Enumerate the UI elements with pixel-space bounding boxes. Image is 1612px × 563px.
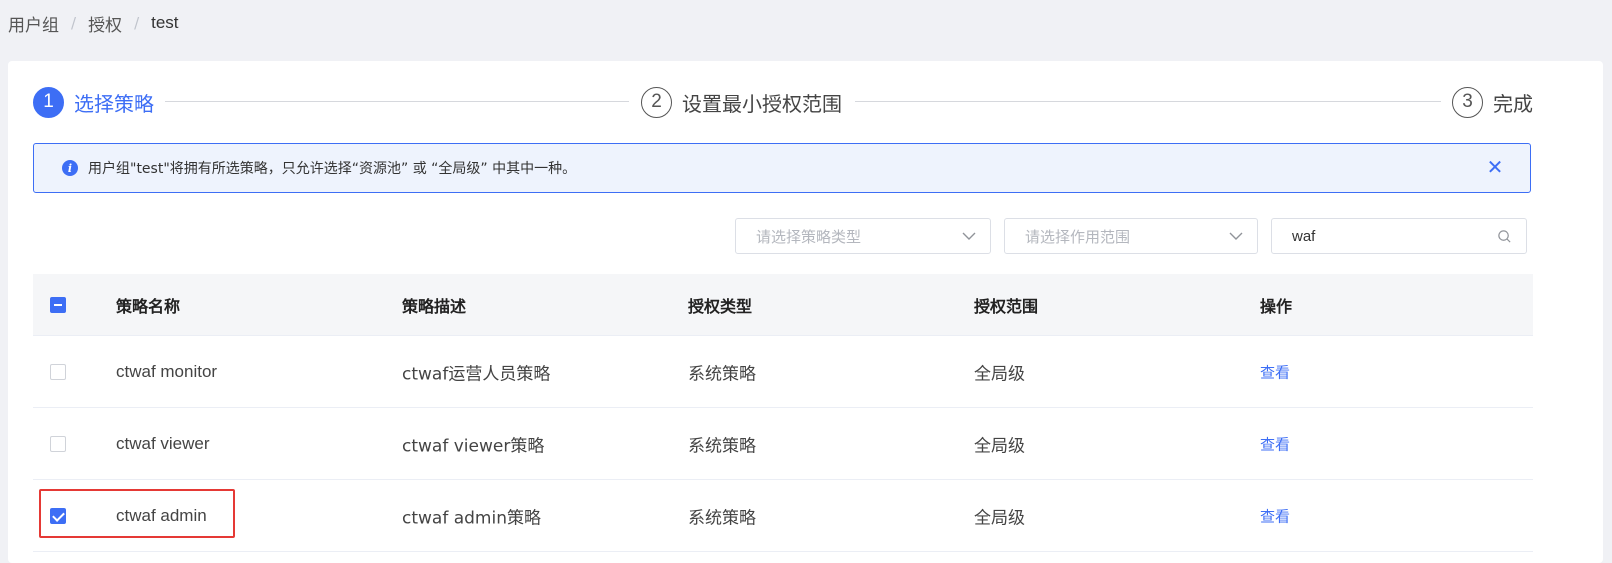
header-policy-name: 策略名称 bbox=[116, 296, 181, 316]
step-connector bbox=[165, 101, 629, 102]
policy-name: ctwaf monitor bbox=[116, 361, 218, 381]
breadcrumb-item-current: test bbox=[151, 13, 179, 32]
auth-type: 系统策略 bbox=[688, 364, 756, 384]
auth-scope: 全局级 bbox=[974, 436, 1025, 456]
step-3-number: 3 bbox=[1452, 86, 1483, 118]
policy-desc: ctwaf admin策略 bbox=[402, 508, 541, 528]
header-actions: 操作 bbox=[1260, 296, 1293, 316]
chevron-down-icon bbox=[1229, 232, 1243, 240]
scope-select[interactable]: 请选择作用范围 bbox=[1004, 218, 1258, 254]
step-connector bbox=[855, 101, 1441, 102]
table-row: ctwaf viewer ctwaf viewer策略 系统策略 全局级 查看 bbox=[33, 408, 1533, 480]
breadcrumb: 用户组 / 授权 / test bbox=[8, 11, 179, 36]
view-link[interactable]: 查看 bbox=[1260, 433, 1290, 454]
policy-type-select[interactable]: 请选择策略类型 bbox=[735, 218, 991, 254]
auth-scope: 全局级 bbox=[974, 508, 1025, 528]
step-2-label: 设置最小授权范围 bbox=[682, 91, 842, 116]
close-icon[interactable]: ✕ bbox=[1486, 157, 1504, 177]
step-1-label: 选择策略 bbox=[74, 91, 154, 116]
view-link[interactable]: 查看 bbox=[1260, 505, 1290, 526]
auth-type: 系统策略 bbox=[688, 508, 756, 528]
table-header: 策略名称 策略描述 授权类型 授权范围 操作 bbox=[33, 274, 1533, 336]
step-2: 2 设置最小授权范围 bbox=[641, 86, 842, 118]
policy-type-placeholder: 请选择策略类型 bbox=[756, 227, 862, 246]
row-checkbox[interactable] bbox=[50, 435, 66, 452]
auth-scope: 全局级 bbox=[974, 364, 1025, 384]
select-all-checkbox[interactable] bbox=[50, 296, 66, 313]
row-checkbox[interactable] bbox=[50, 507, 66, 524]
view-link[interactable]: 查看 bbox=[1260, 361, 1290, 382]
policy-table: 策略名称 策略描述 授权类型 授权范围 操作 ctwaf monitor ctw… bbox=[33, 274, 1533, 552]
auth-type: 系统策略 bbox=[688, 436, 756, 456]
policy-name: ctwaf viewer bbox=[116, 433, 210, 453]
search-input[interactable]: waf bbox=[1271, 218, 1527, 254]
header-policy-desc: 策略描述 bbox=[402, 296, 467, 316]
breadcrumb-separator: / bbox=[71, 14, 77, 32]
policy-name: ctwaf admin bbox=[116, 505, 207, 525]
scope-placeholder: 请选择作用范围 bbox=[1025, 227, 1131, 246]
search-icon[interactable] bbox=[1497, 229, 1512, 244]
step-1: 1 选择策略 bbox=[33, 86, 154, 118]
search-input-value[interactable]: waf bbox=[1292, 228, 1497, 245]
table-row: ctwaf monitor ctwaf运营人员策略 系统策略 全局级 查看 bbox=[33, 336, 1533, 408]
header-auth-scope: 授权范围 bbox=[974, 296, 1039, 316]
table-row: ctwaf admin ctwaf admin策略 系统策略 全局级 查看 bbox=[33, 480, 1533, 552]
info-icon: i bbox=[62, 160, 78, 176]
policy-desc: ctwaf viewer策略 bbox=[402, 436, 545, 456]
alert-message: 用户组"test"将拥有所选策略，只允许选择“资源池” 或 “全局级” 中其中一… bbox=[88, 161, 577, 177]
breadcrumb-item-authorize[interactable]: 授权 bbox=[88, 11, 122, 36]
step-1-number: 1 bbox=[33, 86, 64, 118]
breadcrumb-separator: / bbox=[134, 14, 140, 32]
steps-bar: 1 选择策略 2 设置最小授权范围 3 完成 bbox=[33, 86, 1588, 120]
breadcrumb-item-user-group[interactable]: 用户组 bbox=[8, 11, 59, 36]
policy-desc: ctwaf运营人员策略 bbox=[402, 364, 551, 384]
row-checkbox[interactable] bbox=[50, 363, 66, 380]
content-card: 1 选择策略 2 设置最小授权范围 3 完成 i 用户组"test"将拥有所选策… bbox=[8, 61, 1603, 563]
step-3: 3 完成 bbox=[1452, 86, 1533, 118]
chevron-down-icon bbox=[962, 232, 976, 240]
header-auth-type: 授权类型 bbox=[688, 296, 753, 316]
step-2-number: 2 bbox=[641, 86, 672, 118]
info-alert: i 用户组"test"将拥有所选策略，只允许选择“资源池” 或 “全局级” 中其… bbox=[33, 143, 1531, 193]
step-3-label: 完成 bbox=[1493, 91, 1533, 116]
